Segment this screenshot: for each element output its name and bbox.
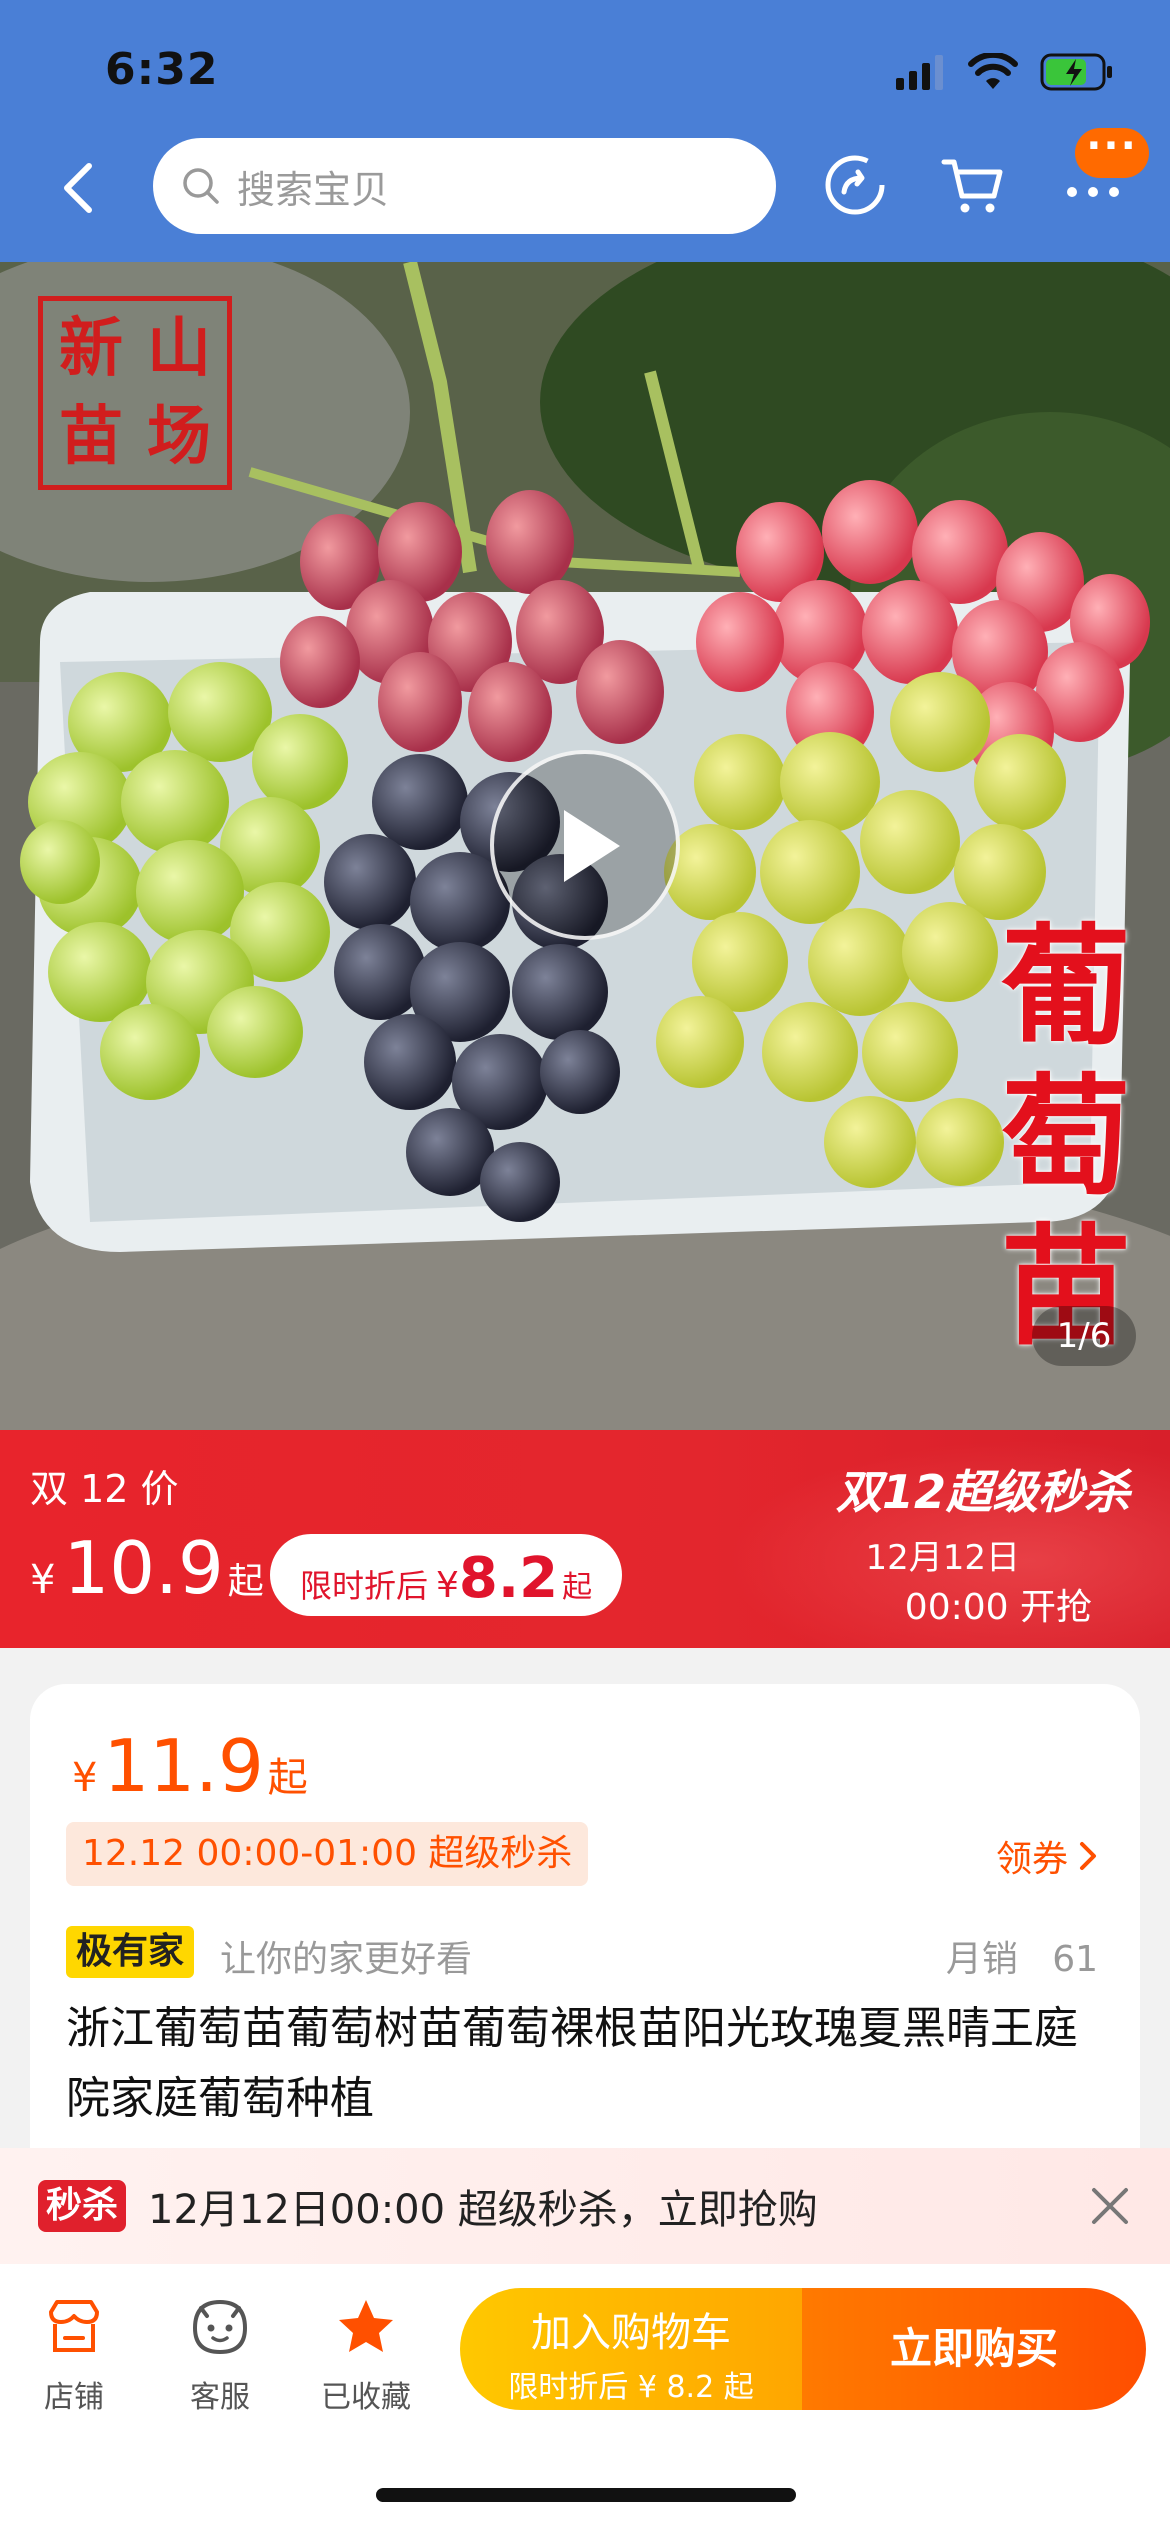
tab-label: 客服 (190, 2380, 250, 2415)
seal-char: 山 (147, 311, 211, 386)
status-time: 6:32 (105, 44, 219, 95)
currency-symbol: ¥ (30, 1557, 56, 1603)
seal-char: 场 (147, 399, 211, 474)
wifi-icon (968, 53, 1018, 89)
brand-slogan: 让你的家更好看 (220, 1939, 473, 1980)
product-title: 浙江葡萄苗葡萄树苗葡萄裸根苗阳光玫瑰夏黑晴王庭院家庭葡萄种植 (66, 2003, 1078, 2124)
signal-icon (896, 55, 943, 90)
flash-sale-badge: 秒杀 (38, 2180, 127, 2232)
message-badge[interactable]: ··· (1075, 126, 1149, 178)
discount-price: 8.2 (458, 1546, 559, 1611)
seal-char: 苗 (59, 399, 123, 474)
double12-promo-banner: 双 12 价 ¥ 10.9 起 限时折后 ¥ 8.2 起 双12超级秒杀 12月… (0, 1430, 1170, 1648)
tab-customer-service[interactable]: 客服 (160, 2294, 280, 2416)
sales-count: 61 (1052, 1939, 1098, 1980)
currency-symbol: ¥ (72, 1755, 98, 1801)
flash-sale-tag: 12.12 00:00-01:00 超级秒杀 (66, 1822, 589, 1886)
buy-now-button[interactable]: 立即购买 (802, 2288, 1146, 2410)
add-to-cart-sublabel: 限时折后 ¥ 8.2 起 (508, 2370, 754, 2405)
close-icon[interactable] (1086, 2182, 1134, 2230)
share-icon[interactable] (822, 152, 888, 218)
play-video-button[interactable] (490, 750, 680, 940)
discount-label: 限时折后 (300, 1567, 429, 1605)
discount-currency: ¥ (436, 1565, 459, 1606)
play-icon (564, 810, 620, 882)
store-icon (49, 2300, 99, 2352)
back-arrow-icon[interactable] (55, 160, 105, 216)
hero-caption-char: 萄 (1000, 1060, 1131, 1213)
sales-label: 月销 (945, 1939, 1018, 1980)
event-title: 双12超级秒杀 (835, 1465, 1130, 1519)
product-image-gallery[interactable]: 新 山 苗 场 葡 萄 苗 1/6 (0, 262, 1170, 1430)
cart-icon[interactable] (940, 152, 1006, 218)
product-price: ¥ 11.9 起 (72, 1724, 308, 1808)
product-page: 6:32 搜索宝贝 ··· 新 山 苗 场 葡 萄 苗 1/6 双 12 价 ¥… (0, 0, 1170, 2532)
status-icons (894, 50, 1114, 94)
customer-service-icon (192, 2299, 248, 2355)
price-suffix: 起 (267, 1755, 308, 1801)
tab-favorited[interactable]: 已收藏 (306, 2294, 426, 2416)
search-input[interactable]: 搜索宝贝 (153, 138, 776, 234)
hero-caption: 葡 萄 苗 (996, 912, 1136, 1362)
promo-price-value: 10.9 (63, 1526, 224, 1610)
monthly-sales: 月销 61 (946, 1930, 1098, 1982)
star-icon (339, 2300, 393, 2352)
tab-label: 已收藏 (321, 2380, 411, 2415)
add-to-cart-label: 加入购物车 (531, 2310, 731, 2356)
coupon-label: 领券 (995, 1839, 1068, 1880)
discount-pill: 限时折后 ¥ 8.2 起 (270, 1534, 623, 1616)
seal-char: 新 (59, 311, 123, 386)
tab-store[interactable]: 店铺 (14, 2294, 134, 2416)
product-price-value: 11.9 (103, 1724, 264, 1808)
tab-label: 店铺 (44, 2380, 104, 2415)
brand-seal: 新 山 苗 场 (38, 296, 232, 490)
get-coupon-link[interactable]: 领券 (996, 1830, 1098, 1882)
image-counter: 1/6 (1032, 1306, 1136, 1366)
event-time: 00:00 开抢 (904, 1587, 1092, 1628)
top-bar: 6:32 搜索宝贝 ··· (0, 0, 1170, 262)
promo-price-label: 双 12 价 (30, 1467, 179, 1511)
battery-icon (1040, 53, 1112, 91)
search-icon (183, 168, 219, 204)
home-indicator[interactable] (376, 2488, 796, 2502)
chevron-right-icon (1080, 1842, 1096, 1870)
price-suffix: 起 (227, 1561, 264, 1602)
event-date: 12月12日 (865, 1538, 1020, 1578)
search-placeholder: 搜索宝贝 (237, 167, 390, 212)
discount-suffix: 起 (562, 1570, 593, 1605)
flash-sale-text: 12月12日00:00 超级秒杀，立即抢购 (148, 2187, 818, 2233)
brand-tag: 极有家 (66, 1926, 195, 1978)
hero-caption-char: 葡 (1000, 910, 1131, 1063)
flash-sale-notice[interactable]: 秒杀 12月12日00:00 超级秒杀，立即抢购 (0, 2148, 1170, 2264)
promo-price: ¥ 10.9 起 (30, 1526, 264, 1610)
add-to-cart-button[interactable]: 加入购物车 限时折后 ¥ 8.2 起 (460, 2288, 802, 2410)
